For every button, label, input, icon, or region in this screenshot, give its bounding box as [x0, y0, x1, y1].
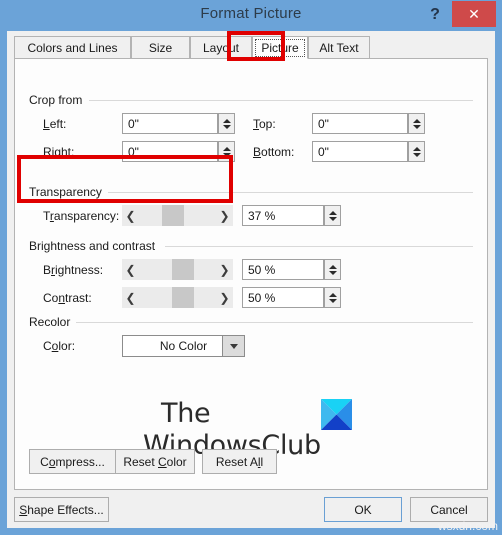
crop-bottom-input[interactable]: 0" [312, 141, 408, 162]
crop-right-spinner[interactable] [218, 141, 235, 162]
group-label-recolor: Recolor [29, 315, 77, 329]
windowsclub-logo-icon [321, 399, 352, 430]
crop-left-label: Left: [43, 117, 67, 131]
contrast-spinner[interactable] [324, 287, 341, 308]
reset-color-button[interactable]: Reset Color [115, 449, 195, 474]
shape-effects-button[interactable]: Shape Effects... [14, 497, 109, 522]
transparency-slider[interactable]: ❮ ❯ [122, 205, 233, 226]
tab-label: Size [148, 40, 173, 55]
slider-thumb[interactable] [172, 259, 194, 280]
crop-right-input[interactable]: 0" [122, 141, 218, 162]
cancel-button-label: Cancel [430, 502, 468, 517]
reset-all-button[interactable]: Reset All [202, 449, 277, 474]
crop-bottom-spinner[interactable] [408, 141, 425, 162]
site-watermark: wsxdn.com [437, 519, 498, 533]
tab-size[interactable]: Size [131, 36, 190, 59]
brightness-spinner[interactable] [324, 259, 341, 280]
group-label-transparency: Transparency [29, 185, 108, 199]
logo-line-1: The [161, 398, 211, 429]
contrast-label: Contrast: [43, 291, 92, 305]
slider-left-arrow-icon[interactable]: ❮ [122, 259, 139, 280]
slider-thumb[interactable] [162, 205, 184, 226]
tab-label: Layout [202, 40, 240, 55]
crop-top-input[interactable]: 0" [312, 113, 408, 134]
group-rule-crop-from [89, 100, 473, 101]
group-label-brightness-and-contrast: Brightness and contrast [29, 239, 162, 253]
compress-button-label: Compress... [40, 454, 105, 469]
brightness-value-input[interactable]: 50 % [242, 259, 324, 280]
group-rule-recolor [75, 322, 473, 323]
crop-top-label: Top: [253, 117, 276, 131]
crop-bottom-label: Bottom: [253, 145, 295, 159]
contrast-value-input[interactable]: 50 % [242, 287, 324, 308]
crop-left-spinner[interactable] [218, 113, 235, 134]
group-label-crop-from: Crop from [29, 93, 89, 107]
ok-button[interactable]: OK [324, 497, 402, 522]
tab-alt-text[interactable]: Alt Text [308, 36, 370, 59]
title-bar: Format Picture ? ✕ [0, 0, 502, 31]
contrast-slider[interactable]: ❮ ❯ [122, 287, 233, 308]
dialog-body: Colors and Lines Size Layout Picture Alt… [7, 31, 495, 528]
format-picture-dialog-window: Format Picture ? ✕ Colors and Lines Size… [0, 0, 502, 535]
picture-tab-page: Crop from Left: 0" Right: 0" Top: 0" Bot… [14, 58, 488, 490]
slider-left-arrow-icon[interactable]: ❮ [122, 287, 139, 308]
tab-colors-and-lines[interactable]: Colors and Lines [14, 36, 131, 59]
crop-top-spinner[interactable] [408, 113, 425, 134]
reset-color-button-label: Reset Color [123, 454, 187, 469]
transparency-label: Transparency: [43, 209, 120, 223]
tab-layout[interactable]: Layout [190, 36, 252, 59]
crop-left-input[interactable]: 0" [122, 113, 218, 134]
slider-thumb[interactable] [172, 287, 194, 308]
tab-strip: Colors and Lines Size Layout Picture Alt… [14, 36, 488, 59]
close-button[interactable]: ✕ [452, 1, 496, 27]
recolor-color-select[interactable]: No Color [122, 335, 245, 357]
recolor-color-label: Color: [43, 339, 76, 353]
brightness-label: Brightness: [43, 263, 104, 277]
help-button[interactable]: ? [422, 2, 448, 28]
tab-label: Picture [255, 38, 305, 57]
slider-left-arrow-icon[interactable]: ❮ [122, 205, 139, 226]
transparency-value-input[interactable]: 37 % [242, 205, 324, 226]
brightness-slider[interactable]: ❮ ❯ [122, 259, 233, 280]
crop-right-label: Right: [43, 145, 75, 159]
slider-right-arrow-icon[interactable]: ❯ [216, 259, 233, 280]
tab-label: Alt Text [319, 40, 359, 55]
compress-button[interactable]: Compress... [29, 449, 116, 474]
slider-right-arrow-icon[interactable]: ❯ [216, 287, 233, 308]
ok-button-label: OK [354, 502, 372, 517]
group-rule-transparency [104, 192, 473, 193]
recolor-color-selected-value: No Color [159, 339, 208, 353]
reset-all-button-label: Reset All [215, 454, 264, 469]
tab-label: Colors and Lines [27, 40, 118, 55]
tab-picture[interactable]: Picture [252, 36, 308, 59]
group-rule-brightness [165, 246, 473, 247]
shape-effects-button-label: Shape Effects... [19, 502, 104, 517]
slider-right-arrow-icon[interactable]: ❯ [216, 205, 233, 226]
transparency-spinner[interactable] [324, 205, 341, 226]
chevron-down-icon[interactable] [222, 336, 244, 356]
